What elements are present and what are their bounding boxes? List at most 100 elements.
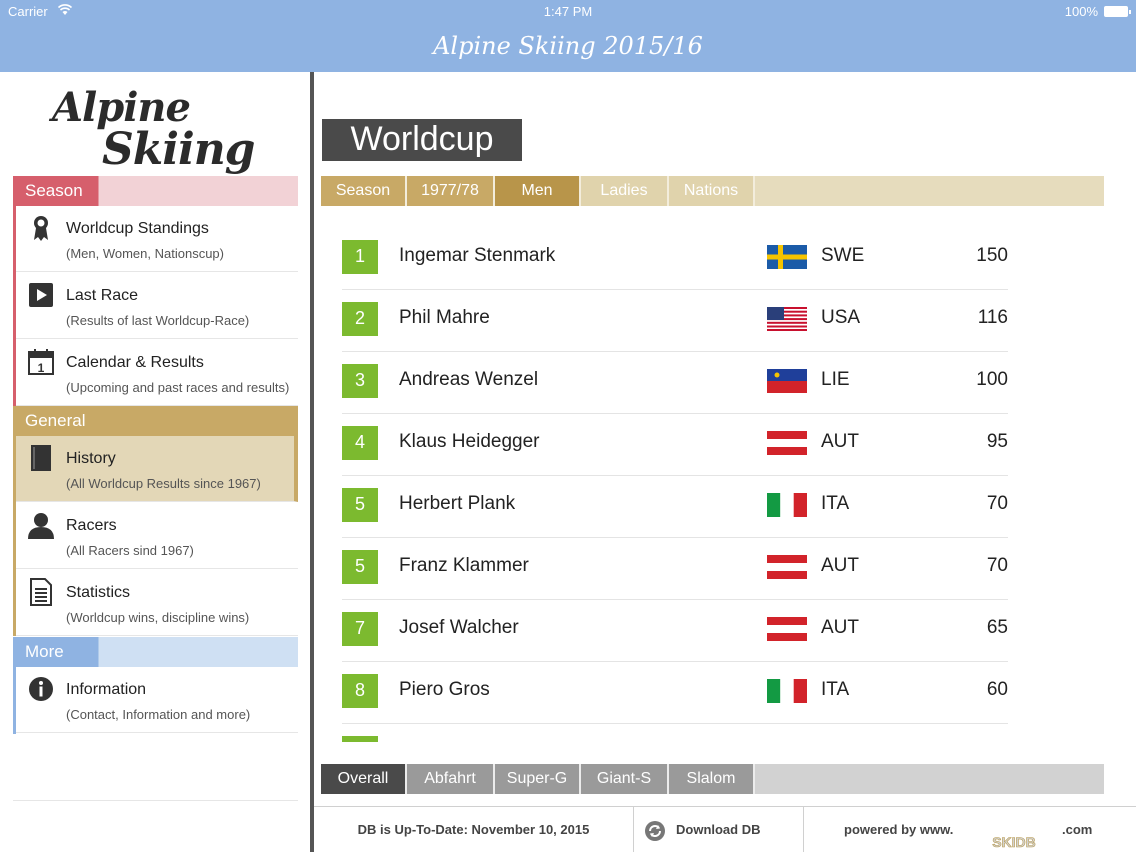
table-row[interactable]: 7 Josef Walcher AUT 65 — [342, 600, 1008, 662]
nation-code: AUT — [821, 431, 859, 452]
powered-by-prefix: powered by www. — [844, 822, 954, 837]
points: 95 — [986, 431, 1008, 452]
table-row[interactable]: 2 Phil Mahre USA 116 — [342, 290, 1008, 352]
tab-giant-s[interactable]: Giant-S — [581, 764, 669, 794]
table-row-partial — [342, 724, 1008, 742]
tab-ladies[interactable]: Ladies — [581, 176, 669, 206]
sidebar-item-racers[interactable]: Racers (All Racers sind 1967) — [16, 503, 298, 569]
download-db-button[interactable]: Download DB — [634, 807, 804, 852]
main-panel: Worldcup Season 1977/78 Men Ladies Natio… — [314, 72, 1136, 852]
rank-badge: 1 — [342, 240, 378, 274]
nation-code: LIE — [821, 369, 850, 390]
rank-badge-partial — [342, 736, 378, 742]
sidebar-item-title: Information — [66, 681, 147, 698]
section-header-more: More — [13, 637, 298, 667]
sidebar-item-title: Worldcup Standings — [66, 220, 209, 237]
nation-code: USA — [821, 307, 861, 328]
nation-code: AUT — [821, 617, 859, 638]
nation-code: ITA — [821, 493, 850, 514]
svg-text:1: 1 — [38, 361, 45, 375]
racer-name: Andreas Wenzel — [399, 369, 539, 390]
section-season: Worldcup Standings (Men, Women, Nationsc… — [13, 206, 298, 406]
table-row[interactable]: 5 Herbert Plank ITA 70 — [342, 476, 1008, 538]
sidebar-item-calendar-results[interactable]: 1 Calendar & Results (Upcoming and past … — [16, 340, 298, 406]
calendar-icon: 1 — [28, 349, 54, 375]
filter-season-select[interactable]: 1977/78 — [407, 176, 495, 206]
powered-by-suffix: .com — [1062, 822, 1093, 837]
rank-badge: 2 — [342, 302, 378, 336]
rank-badge: 3 — [342, 364, 378, 398]
tab-men[interactable]: Men — [495, 176, 581, 206]
sidebar-item-information[interactable]: Information (Contact, Information and mo… — [16, 667, 298, 733]
sidebar: Alpine Skiing Season Worldcup Standings … — [0, 72, 312, 852]
tab-super-g[interactable]: Super-G — [495, 764, 581, 794]
racer-name: Franz Klammer — [399, 555, 529, 576]
flag-liechtenstein-icon — [767, 369, 807, 393]
flag-austria-icon — [767, 555, 807, 579]
sidebar-item-worldcup-standings[interactable]: Worldcup Standings (Men, Women, Nationsc… — [16, 206, 298, 272]
db-status: DB is Up-To-Date: November 10, 2015 — [314, 807, 634, 852]
flag-austria-icon — [767, 431, 807, 455]
nation-code: AUT — [821, 555, 859, 576]
rank-badge: 4 — [342, 426, 378, 460]
tab-nations[interactable]: Nations — [669, 176, 755, 206]
battery-percent: 100% — [1064, 4, 1098, 19]
sidebar-item-title: Calendar & Results — [66, 354, 204, 371]
sidebar-item-subtitle: (Contact, Information and more) — [66, 707, 251, 722]
discipline-bar: Overall Abfahrt Super-G Giant-S Slalom — [321, 764, 1104, 794]
points: 150 — [976, 245, 1008, 266]
points: 70 — [986, 555, 1008, 576]
sidebar-item-last-race[interactable]: Last Race (Results of last Worldcup-Race… — [16, 273, 298, 339]
table-row[interactable]: 1 Ingemar Stenmark SWE 150 — [342, 228, 1008, 290]
sidebar-item-subtitle: (Men, Women, Nationscup) — [66, 246, 224, 261]
table-row[interactable]: 4 Klaus Heidegger AUT 95 — [342, 414, 1008, 476]
sidebar-item-statistics[interactable]: Statistics (Worldcup wins, discipline wi… — [16, 570, 298, 636]
person-icon — [28, 513, 54, 539]
skidb-logo: SKIDB — [992, 834, 1036, 850]
page-title: Worldcup — [322, 119, 522, 161]
sidebar-item-subtitle: (All Racers sind 1967) — [66, 543, 194, 558]
sidebar-item-title: Racers — [66, 517, 117, 534]
tab-abfahrt[interactable]: Abfahrt — [407, 764, 495, 794]
racer-name: Ingemar Stenmark — [399, 245, 556, 266]
status-bar: Carrier 1:47 PM 100% — [0, 0, 1136, 24]
app-logo: Alpine Skiing — [52, 84, 255, 176]
clock: 1:47 PM — [543, 4, 593, 19]
battery-icon — [1104, 6, 1131, 17]
flag-usa-icon — [767, 307, 807, 331]
sidebar-item-subtitle: (Results of last Worldcup-Race) — [66, 313, 250, 328]
tab-slalom[interactable]: Slalom — [669, 764, 755, 794]
points: 116 — [977, 307, 1008, 328]
play-icon — [29, 283, 53, 307]
racer-name: Herbert Plank — [399, 493, 516, 514]
filter-bar: Season 1977/78 Men Ladies Nations — [321, 176, 1104, 206]
results-list[interactable]: 1 Ingemar Stenmark SWE 150 2 Phil Mahre … — [342, 228, 1008, 742]
sidebar-divider-line — [13, 800, 298, 801]
sidebar-item-subtitle: (Upcoming and past races and results) — [66, 380, 290, 395]
skidb-logo-text: SKIDB — [992, 834, 1036, 850]
table-row[interactable]: 3 Andreas Wenzel LIE 100 — [342, 352, 1008, 414]
rank-badge: 5 — [342, 550, 378, 584]
sidebar-item-subtitle: (Worldcup wins, discipline wins) — [66, 610, 250, 625]
sidebar-item-history[interactable]: History (All Worldcup Results since 1967… — [16, 436, 298, 502]
points: 60 — [986, 679, 1008, 700]
table-row[interactable]: 8 Piero Gros ITA 60 — [342, 662, 1008, 724]
download-db-label: Download DB — [676, 822, 761, 837]
nation-code: ITA — [821, 679, 850, 700]
section-header-season: Season — [13, 176, 298, 206]
app-title: Alpine Skiing 2015/16 — [433, 32, 703, 60]
points: 100 — [976, 369, 1008, 390]
flag-sweden-icon — [767, 245, 807, 269]
racer-name: Phil Mahre — [399, 307, 490, 328]
flag-italy-icon — [767, 679, 807, 703]
refresh-icon — [645, 821, 665, 841]
racer-name: Piero Gros — [399, 679, 490, 700]
racer-name: Klaus Heidegger — [399, 431, 540, 452]
section-general: History (All Worldcup Results since 1967… — [13, 436, 298, 636]
rank-badge: 7 — [342, 612, 378, 646]
rank-badge: 8 — [342, 674, 378, 708]
sidebar-item-title: Last Race — [66, 287, 139, 304]
table-row[interactable]: 5 Franz Klammer AUT 70 — [342, 538, 1008, 600]
medal-icon — [34, 216, 48, 241]
tab-overall[interactable]: Overall — [321, 764, 407, 794]
